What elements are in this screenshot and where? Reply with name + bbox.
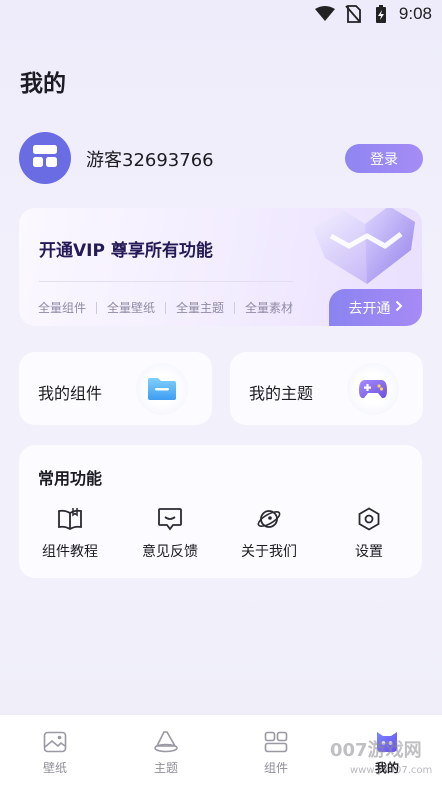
username: 游客32693766: [86, 150, 214, 171]
common-functions-card: 常用功能 组件教程 意见反馈 关于我们 设置: [19, 445, 422, 578]
settings-label: 设置: [355, 544, 383, 560]
vip-feature: 全量素材: [245, 301, 294, 315]
nav-item-theme[interactable]: 主题: [131, 729, 201, 776]
my-widgets-card[interactable]: 我的组件: [19, 352, 212, 425]
vip-card[interactable]: 开通VIP 尊享所有功能 全量组件 全量壁纸 全量主题 全量素材 去开通: [19, 208, 422, 326]
widget-tutorial-button[interactable]: 组件教程: [22, 505, 118, 561]
watermark-url: www.yx007.com: [350, 765, 433, 776]
wifi-icon: [314, 4, 335, 24]
vip-open-label: 去开通: [348, 300, 391, 317]
vip-title: 开通VIP 尊享所有功能: [39, 241, 213, 261]
common-functions-title: 常用功能: [38, 469, 103, 488]
settings-button[interactable]: 设置: [321, 505, 417, 561]
my-themes-label: 我的主题: [249, 384, 314, 403]
divider: [96, 301, 98, 314]
status-bar: 9:08: [0, 0, 442, 32]
planet-icon: [255, 505, 283, 533]
feedback-icon: [156, 505, 184, 533]
vip-feature: 全量组件: [38, 301, 87, 315]
chevron-right-icon: [395, 300, 403, 316]
widgets-icon: [263, 729, 289, 755]
nav-label: 壁纸: [42, 761, 67, 775]
feedback-label: 意见反馈: [142, 544, 198, 560]
nav-item-widgets[interactable]: 组件: [241, 729, 311, 776]
vip-feature: 全量主题: [176, 301, 225, 315]
widget-tutorial-label: 组件教程: [42, 544, 98, 560]
settings-icon: [355, 505, 383, 533]
gamepad-icon: [347, 363, 399, 415]
nav-label: 主题: [153, 761, 178, 775]
vip-open-button[interactable]: 去开通: [329, 289, 422, 326]
status-time: 9:08: [398, 4, 432, 23]
watermark-text: 007游戏网: [330, 740, 422, 761]
divider: [165, 301, 167, 314]
vip-features: 全量组件 全量壁纸 全量主题 全量素材: [38, 299, 293, 316]
divider: [234, 301, 236, 314]
my-widgets-label: 我的组件: [38, 384, 103, 403]
page-title: 我的: [20, 71, 66, 97]
vip-divider: [39, 281, 293, 282]
wallpaper-icon: [42, 729, 68, 755]
battery-charging-icon: [371, 4, 391, 24]
vip-heart-gem-icon: [303, 208, 422, 288]
login-button[interactable]: 登录: [345, 144, 423, 173]
about-us-button[interactable]: 关于我们: [221, 505, 317, 561]
feedback-button[interactable]: 意见反馈: [122, 505, 218, 561]
no-sim-icon: [343, 4, 363, 24]
about-us-label: 关于我们: [241, 544, 297, 560]
avatar[interactable]: [19, 132, 71, 184]
folder-icon: [136, 363, 188, 415]
vip-feature: 全量壁纸: [107, 301, 156, 315]
nav-label: 组件: [263, 761, 288, 775]
my-themes-card[interactable]: 我的主题: [230, 352, 423, 425]
book-icon: [56, 505, 84, 533]
nav-item-wallpaper[interactable]: 壁纸: [20, 729, 90, 776]
layout-grid-icon: [33, 145, 57, 171]
theme-icon: [153, 729, 179, 755]
